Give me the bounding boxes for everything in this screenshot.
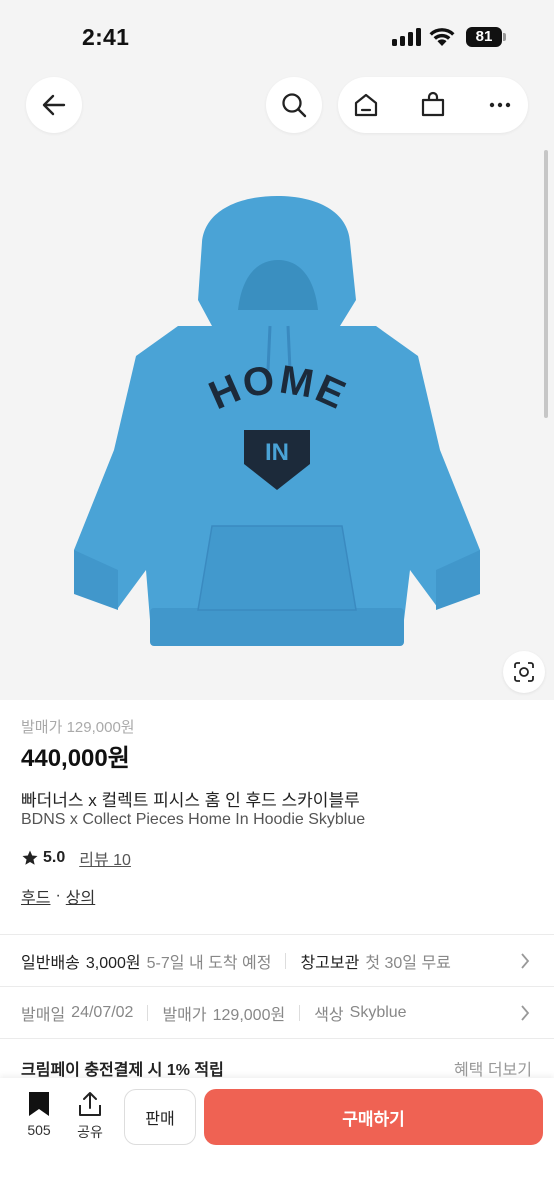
release-date-label: 발매일 <box>21 1007 66 1024</box>
current-price: 440,000원 <box>21 745 130 772</box>
more-horizontal-icon <box>489 102 511 108</box>
cart-button[interactable] <box>405 77 461 133</box>
lens-icon <box>514 662 534 682</box>
bookmark-button[interactable]: 505 <box>19 1090 59 1138</box>
release-price-value: 129,000원 <box>212 1007 286 1024</box>
share-button[interactable]: 공유 <box>70 1090 110 1142</box>
wifi-icon <box>429 28 455 46</box>
product-title-korean: 빠더너스 x 컬렉트 피시스 홈 인 후드 스카이블루 <box>21 791 360 810</box>
benefit-more-link[interactable]: 혜택 더보기 <box>454 1056 532 1080</box>
status-bar: 2:41 81 <box>0 0 554 70</box>
standard-shipping-label: 일반배송 <box>21 955 80 972</box>
star-icon <box>22 850 38 865</box>
shopping-bag-icon <box>421 91 445 117</box>
details-row[interactable]: 발매일 24/07/02 발매가 129,000원 색상 Skyblue <box>21 1003 535 1024</box>
release-date-value: 24/07/02 <box>71 1004 134 1021</box>
rating-score: 5.0 <box>43 849 66 866</box>
scrollbar[interactable] <box>544 150 548 418</box>
bookmark-count: 505 <box>27 1122 51 1138</box>
benefit-text: 크림페이 충전결제 시 1% 적립 <box>21 1062 224 1079</box>
chevron-right-icon <box>521 953 530 969</box>
more-button[interactable] <box>472 77 528 133</box>
storage-label: 창고보관 <box>300 955 360 972</box>
sell-button[interactable]: 판매 <box>124 1089 196 1145</box>
product-image-area[interactable]: HOME IN <box>0 150 554 700</box>
separator <box>299 1005 301 1021</box>
bookmark-icon <box>29 1092 49 1116</box>
standard-shipping-eta: 5-7일 내 도착 예정 <box>146 955 272 972</box>
hoodie-badge-text: IN <box>265 439 289 466</box>
battery-indicator: 81 <box>466 27 506 47</box>
search-button[interactable] <box>266 77 322 133</box>
shipping-row[interactable]: 일반배송 3,000원 5-7일 내 도착 예정 창고보관 첫 30일 무료 <box>21 951 535 972</box>
color-value: Skyblue <box>349 1004 407 1021</box>
cellular-signal-icon <box>392 28 421 46</box>
chevron-right-icon <box>521 1005 530 1021</box>
category-link-tops[interactable]: 상의 <box>66 884 95 908</box>
divider <box>0 934 554 935</box>
storage-value: 첫 30일 무료 <box>365 955 451 972</box>
home-button[interactable] <box>338 77 394 133</box>
standard-shipping-fee: 3,000원 <box>85 955 141 972</box>
separator <box>285 953 287 969</box>
share-label: 공유 <box>77 1124 103 1140</box>
search-icon <box>282 93 307 118</box>
buy-button[interactable]: 구매하기 <box>204 1089 543 1145</box>
color-label: 색상 <box>314 1007 344 1024</box>
review-link[interactable]: 리뷰 10 <box>79 846 131 870</box>
category-breadcrumb: 후드 · 상의 <box>21 884 95 908</box>
release-price-label: 발매가 129,000원 <box>21 719 135 736</box>
hoodie-image: HOME IN <box>74 196 480 646</box>
rating: 5.0 리뷰 10 <box>21 846 131 870</box>
arrow-left-icon <box>42 94 66 116</box>
image-search-button[interactable] <box>503 651 545 693</box>
divider <box>0 986 554 987</box>
divider <box>0 1038 554 1039</box>
share-icon <box>79 1092 101 1116</box>
home-icon <box>354 93 378 117</box>
status-time: 2:41 <box>82 24 130 50</box>
release-price-label-detail: 발매가 <box>162 1007 207 1024</box>
separator <box>147 1005 149 1021</box>
category-link-hoodie[interactable]: 후드 <box>21 884 50 908</box>
nav-actions-group <box>338 77 528 133</box>
category-separator: · <box>55 887 61 904</box>
product-title-english: BDNS x Collect Pieces Home In Hoodie Sky… <box>21 811 366 828</box>
back-button[interactable] <box>26 77 82 133</box>
